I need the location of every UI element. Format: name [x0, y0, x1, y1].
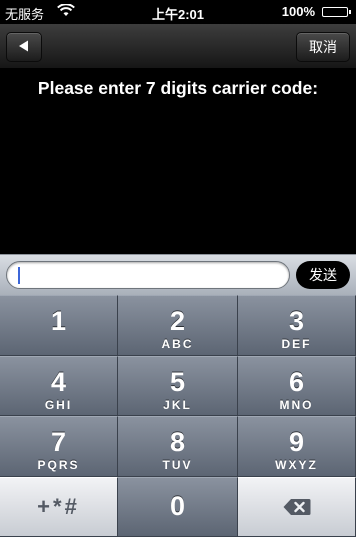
- key-letters: TUV: [162, 458, 193, 472]
- cancel-button[interactable]: 取消: [296, 32, 350, 62]
- carrier-code-input[interactable]: [6, 261, 290, 289]
- key-letters: MNO: [279, 397, 314, 412]
- key-9[interactable]: 9 WXYZ: [238, 416, 356, 477]
- battery-percent: 100%: [281, 4, 315, 19]
- key-3[interactable]: 3 DEF: [238, 295, 356, 356]
- numeric-keypad: 1 2 ABC 3 DEF 4 GHI 5 JKL 6 MNO 7 PQRS 8 TUV 9W…: [0, 295, 356, 537]
- key-4[interactable]: 4 GHI: [0, 355, 118, 416]
- key-6[interactable]: 6 MNO: [238, 355, 356, 416]
- key-digit: 0: [169, 490, 186, 521]
- key-digit: 5: [169, 366, 186, 397]
- key-letters: GHI: [44, 397, 73, 412]
- key-5[interactable]: 5 JKL: [118, 355, 238, 416]
- key-digit: 4: [50, 366, 67, 397]
- symbols-label: +*#: [37, 493, 80, 519]
- backspace-icon: [283, 498, 311, 521]
- key-letters: WXYZ: [275, 458, 318, 472]
- key-digit: 8: [169, 427, 186, 457]
- key-digit: 3: [288, 306, 305, 336]
- key-letters: JKL: [163, 397, 192, 412]
- key-7[interactable]: 7 PQRS: [0, 416, 118, 477]
- key-digit: 9: [288, 427, 305, 457]
- key-8[interactable]: 8 TUV: [118, 416, 238, 477]
- input-bar: 发送: [0, 254, 356, 295]
- key-letters: PQRS: [37, 458, 80, 472]
- prompt-text: Please enter 7 digits carrier code:: [37, 78, 319, 98]
- navigation-bar: 取消: [0, 24, 356, 69]
- key-digit: 7: [50, 427, 67, 457]
- key-letters: ABC: [161, 337, 194, 351]
- back-button[interactable]: [6, 32, 42, 62]
- key-digit: 1: [50, 306, 67, 336]
- key-letters: DEF: [281, 337, 312, 351]
- send-button[interactable]: 发送: [296, 261, 350, 289]
- key-2[interactable]: 2 ABC: [118, 295, 238, 356]
- key-1[interactable]: 1: [0, 295, 118, 356]
- key-0[interactable]: 0: [118, 476, 238, 537]
- back-arrow-icon: [18, 39, 30, 55]
- battery-icon: [322, 7, 351, 17]
- key-digit: 2: [169, 306, 186, 336]
- text-cursor: [18, 267, 20, 284]
- status-bar: 无服务 上午2:01 100%: [0, 0, 356, 24]
- symbols-key[interactable]: +*#: [0, 476, 118, 537]
- backspace-key[interactable]: [238, 476, 356, 537]
- key-digit: 6: [288, 366, 305, 397]
